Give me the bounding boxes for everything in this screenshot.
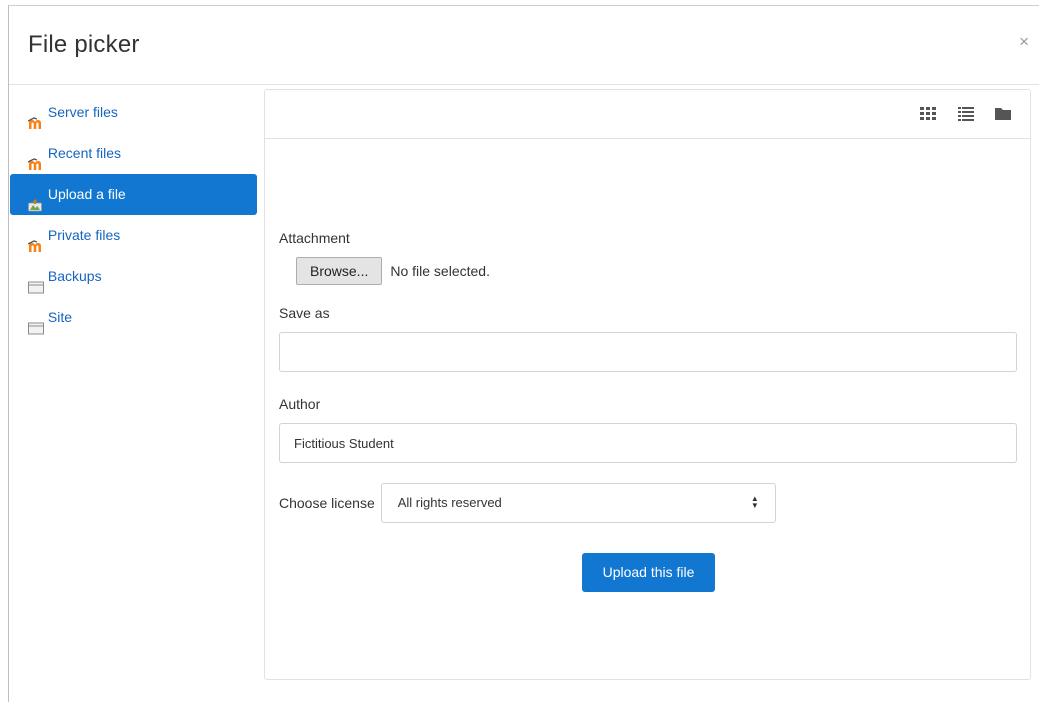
sidebar-item-private-files[interactable]: Private files — [10, 215, 257, 256]
moodle-icon — [27, 228, 42, 253]
save-as-field[interactable] — [279, 332, 1017, 372]
author-label: Author — [279, 396, 321, 412]
sidebar-item-recent-files[interactable]: Recent files — [10, 133, 257, 174]
repository-sidebar: Server files Recent files Upload a file … — [10, 92, 257, 338]
dialog-header: File picker × — [9, 6, 1039, 85]
folder-box-icon — [28, 310, 44, 335]
sidebar-item-label: Private files — [47, 227, 121, 243]
select-arrows-icon: ▲ ▼ — [750, 494, 759, 511]
sidebar-item-server-files[interactable]: Server files — [10, 92, 257, 133]
browse-button[interactable]: Browse... — [296, 257, 383, 285]
sidebar-item-upload-a-file[interactable]: Upload a file — [10, 174, 257, 215]
folder-view-icon[interactable] — [993, 104, 1015, 124]
view-toolbar — [265, 90, 1030, 139]
sidebar-item-label: Recent files — [47, 145, 122, 161]
sidebar-item-label: Upload a file — [47, 186, 126, 202]
moodle-icon — [27, 105, 42, 130]
moodle-icon — [27, 146, 42, 171]
file-input-row: Browse... No file selected. — [279, 256, 1017, 286]
license-row: Choose license All rights reserved ▲ ▼ — [279, 483, 1017, 523]
sidebar-item-backups[interactable]: Backups — [10, 256, 257, 297]
folder-box-icon — [28, 269, 44, 294]
grid-view-icon[interactable] — [918, 104, 940, 124]
sidebar-item-label: Server files — [47, 104, 118, 120]
dialog-title: File picker — [28, 31, 140, 58]
license-select[interactable]: All rights reserved ▲ ▼ — [380, 483, 776, 523]
upload-this-file-button[interactable]: Upload this file — [582, 553, 715, 592]
file-picker-main-panel: Attachment Browse... No file selected. S… — [264, 89, 1031, 680]
sidebar-item-label: Site — [47, 309, 73, 325]
upload-form: Attachment Browse... No file selected. S… — [279, 230, 1017, 523]
author-field[interactable] — [279, 423, 1017, 463]
license-selected-value: All rights reserved — [397, 495, 502, 510]
list-view-icon[interactable] — [956, 104, 978, 124]
sidebar-item-label: Backups — [47, 268, 102, 284]
close-icon[interactable]: × — [1019, 32, 1029, 52]
attachment-label: Attachment — [279, 230, 350, 246]
save-as-label: Save as — [279, 305, 330, 321]
upload-icon — [28, 187, 42, 212]
no-file-selected-text: No file selected. — [390, 263, 490, 279]
sidebar-item-site[interactable]: Site — [10, 297, 257, 338]
license-label: Choose license — [279, 495, 375, 511]
